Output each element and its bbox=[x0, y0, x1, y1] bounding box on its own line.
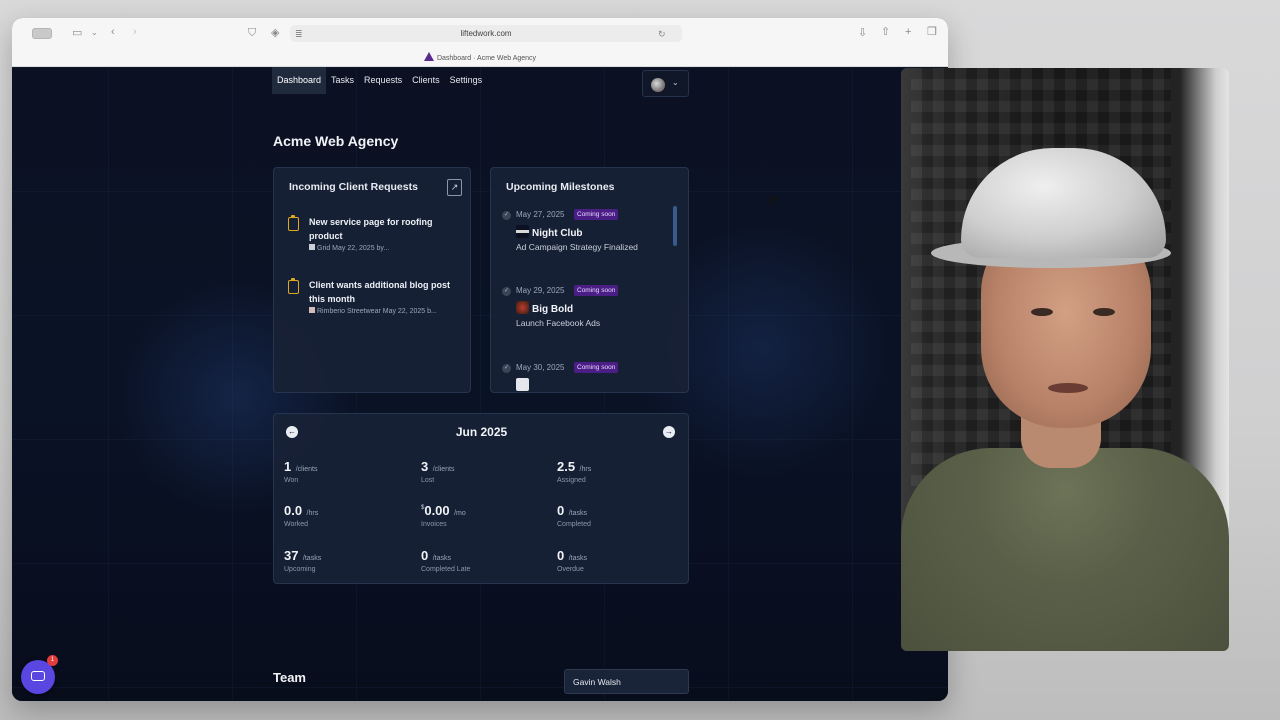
status-badge: Coming soon bbox=[574, 362, 619, 373]
main-nav: Dashboard Tasks Requests Clients Setting… bbox=[272, 67, 487, 94]
milestone-description: Launch Facebook Ads bbox=[516, 318, 601, 328]
check-icon: ✓ bbox=[502, 211, 511, 220]
presenter-mouth bbox=[1048, 383, 1088, 393]
request-title: New service page for roofing product bbox=[309, 217, 433, 241]
page-title: Acme Web Agency bbox=[273, 133, 399, 149]
forward-icon[interactable]: › bbox=[133, 26, 137, 38]
download-icon[interactable]: ⇩ bbox=[858, 27, 867, 39]
status-badge: Coming soon bbox=[574, 285, 619, 296]
milestone-item[interactable]: ✓ May 30, 2025 Coming soon bbox=[502, 362, 672, 392]
back-icon[interactable]: ‹ bbox=[111, 26, 115, 38]
background-grid bbox=[12, 67, 948, 701]
chevron-down-icon[interactable]: ⌄ bbox=[91, 27, 98, 39]
request-title: Client wants additional blog post this m… bbox=[309, 280, 450, 304]
nav-requests[interactable]: Requests bbox=[359, 67, 407, 94]
stat-overdue: 0 /tasks Overdue bbox=[557, 548, 587, 573]
external-link-icon: ↗ bbox=[450, 182, 459, 192]
stat-completed-late: 0 /tasks Completed Late bbox=[421, 548, 471, 573]
check-icon: ✓ bbox=[502, 364, 511, 373]
milestone-date: May 27, 2025 bbox=[516, 210, 565, 219]
chevron-down-icon: ⌄ bbox=[672, 78, 679, 87]
milestone-client: Night Club bbox=[516, 225, 583, 239]
tab-overview-icon[interactable] bbox=[32, 28, 52, 39]
stat-assigned: 2.5 /hrs Assigned bbox=[557, 459, 592, 484]
shield-icon[interactable]: ⛉ bbox=[248, 27, 256, 39]
stat-upcoming: 37 /tasks Upcoming bbox=[284, 548, 322, 573]
presenter-eye bbox=[1031, 308, 1053, 316]
mouse-cursor bbox=[771, 196, 778, 207]
active-tab[interactable]: Dashboard · Acme Web Agency bbox=[12, 52, 948, 62]
avatar bbox=[651, 78, 665, 92]
browser-window: ▭ ⌄ ‹ › ⛉ ◈ liftedwork.com ≣ ↻ ⇩ ⇧ + ❐ D… bbox=[12, 18, 948, 701]
request-meta: Grid May 22, 2025 by... bbox=[309, 244, 459, 252]
nav-tasks[interactable]: Tasks bbox=[326, 67, 359, 94]
requests-card: Incoming Client Requests ↗ New service p… bbox=[273, 167, 471, 393]
clipboard-icon bbox=[288, 278, 299, 294]
user-menu-button[interactable]: ⌄ bbox=[642, 70, 689, 97]
client-logo-icon bbox=[309, 244, 315, 250]
clipboard-icon bbox=[288, 215, 299, 231]
monthly-stats-card: ← Jun 2025 → 1 /clients Won 3 /clients L… bbox=[273, 413, 689, 584]
new-tab-icon[interactable]: + bbox=[905, 26, 911, 38]
stat-completed: 0 /tasks Completed bbox=[557, 503, 591, 528]
status-badge: Coming soon bbox=[574, 209, 619, 220]
reload-icon[interactable]: ↻ bbox=[658, 28, 666, 40]
month-label: Jun 2025 bbox=[455, 425, 508, 439]
browser-toolbar: ▭ ⌄ ‹ › ⛉ ◈ liftedwork.com ≣ ↻ ⇩ ⇧ + ❐ D… bbox=[12, 18, 948, 67]
milestone-item[interactable]: ✓ May 27, 2025 Coming soon Night Club Ad… bbox=[502, 209, 672, 259]
client-logo-icon bbox=[309, 307, 315, 313]
milestone-client: Big Bold bbox=[516, 301, 573, 315]
tab-title-text: Dashboard · Acme Web Agency bbox=[436, 55, 537, 62]
stat-won: 1 /clients Won bbox=[284, 459, 318, 484]
request-meta: Rimberio Streetwear May 22, 2025 b... bbox=[309, 307, 459, 315]
milestone-description: Ad Campaign Strategy Finalized bbox=[516, 242, 638, 252]
open-requests-button[interactable]: ↗ bbox=[447, 179, 462, 196]
client-logo-icon bbox=[516, 378, 529, 391]
nav-dashboard[interactable]: Dashboard bbox=[272, 67, 327, 94]
team-member-select[interactable]: Gavin Walsh bbox=[564, 669, 689, 694]
milestones-scrollbar[interactable] bbox=[673, 206, 677, 246]
milestone-client bbox=[516, 378, 532, 392]
stat-lost: 3 /clients Lost bbox=[421, 459, 455, 484]
requests-card-title: Incoming Client Requests bbox=[289, 181, 418, 193]
request-item[interactable]: New service page for roofing product Gri… bbox=[288, 215, 458, 255]
milestone-date: May 29, 2025 bbox=[516, 286, 565, 295]
milestone-date: May 30, 2025 bbox=[516, 363, 565, 372]
request-item[interactable]: Client wants additional blog post this m… bbox=[288, 278, 458, 318]
milestone-item[interactable]: ✓ May 29, 2025 Coming soon Big Bold Laun… bbox=[502, 285, 672, 335]
nav-settings[interactable]: Settings bbox=[445, 67, 488, 94]
sidebar-toggle-icon[interactable]: ▭ bbox=[72, 27, 82, 39]
stat-worked: 0.0 /hrs Worked bbox=[284, 503, 319, 528]
dashboard-page: Dashboard Tasks Requests Clients Setting… bbox=[12, 67, 948, 701]
arrow-right-icon: → bbox=[665, 427, 673, 436]
chat-icon bbox=[31, 671, 45, 681]
team-heading: Team bbox=[273, 670, 306, 685]
notification-badge: 1 bbox=[47, 655, 58, 666]
url-text: liftedwork.com bbox=[460, 29, 512, 38]
check-icon: ✓ bbox=[502, 287, 511, 296]
nav-clients[interactable]: Clients bbox=[407, 67, 445, 94]
milestones-card-title: Upcoming Milestones bbox=[506, 181, 615, 193]
share-icon[interactable]: ⇧ bbox=[881, 26, 890, 38]
tabs-icon[interactable]: ❐ bbox=[927, 26, 937, 38]
next-month-button[interactable]: → bbox=[663, 426, 675, 438]
liftedwork-logo-icon bbox=[423, 52, 434, 61]
webcam-overlay bbox=[901, 68, 1229, 651]
presenter-eye bbox=[1093, 308, 1115, 316]
client-logo-icon bbox=[516, 225, 529, 238]
privacy-icon[interactable]: ◈ bbox=[271, 27, 279, 39]
client-logo-icon bbox=[516, 301, 529, 314]
reader-icon[interactable]: ≣ bbox=[295, 28, 303, 40]
milestones-card: Upcoming Milestones ✓ May 27, 2025 Comin… bbox=[490, 167, 689, 393]
address-bar[interactable]: liftedwork.com bbox=[290, 25, 682, 42]
stat-invoices: $0.00 /mo Invoices bbox=[421, 503, 466, 528]
presenter-shirt bbox=[901, 448, 1229, 651]
